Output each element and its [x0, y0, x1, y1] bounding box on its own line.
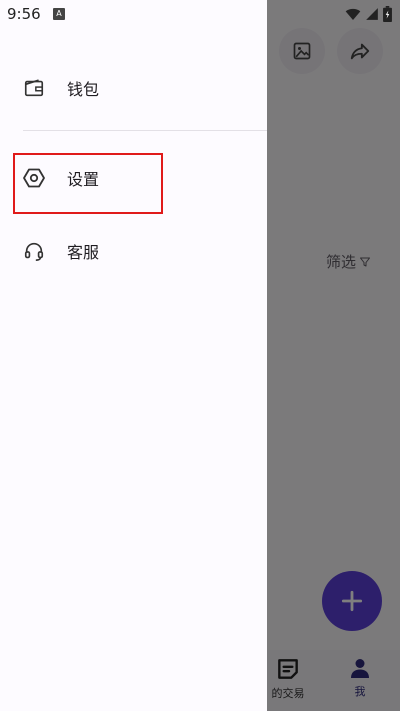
settings-highlight-box — [13, 153, 163, 214]
wifi-icon — [345, 8, 361, 20]
drawer-divider — [23, 130, 267, 131]
drawer-item-customer-service[interactable]: 客服 — [0, 223, 267, 279]
drawer-item-wallet-label: 钱包 — [67, 80, 100, 99]
drawer-item-wallet[interactable]: 钱包 — [0, 60, 267, 116]
navigation-drawer: 钱包 设置 客服 — [0, 0, 267, 711]
status-bar: 9:56 A — [0, 0, 400, 28]
headset-icon — [22, 239, 46, 263]
status-icons — [345, 6, 392, 22]
drawer-item-customer-service-label: 客服 — [67, 243, 100, 262]
status-time: 9:56 — [7, 5, 41, 23]
wallet-icon — [22, 76, 46, 100]
notification-icon: A — [53, 8, 65, 20]
battery-icon — [383, 6, 392, 22]
signal-icon — [366, 8, 378, 20]
